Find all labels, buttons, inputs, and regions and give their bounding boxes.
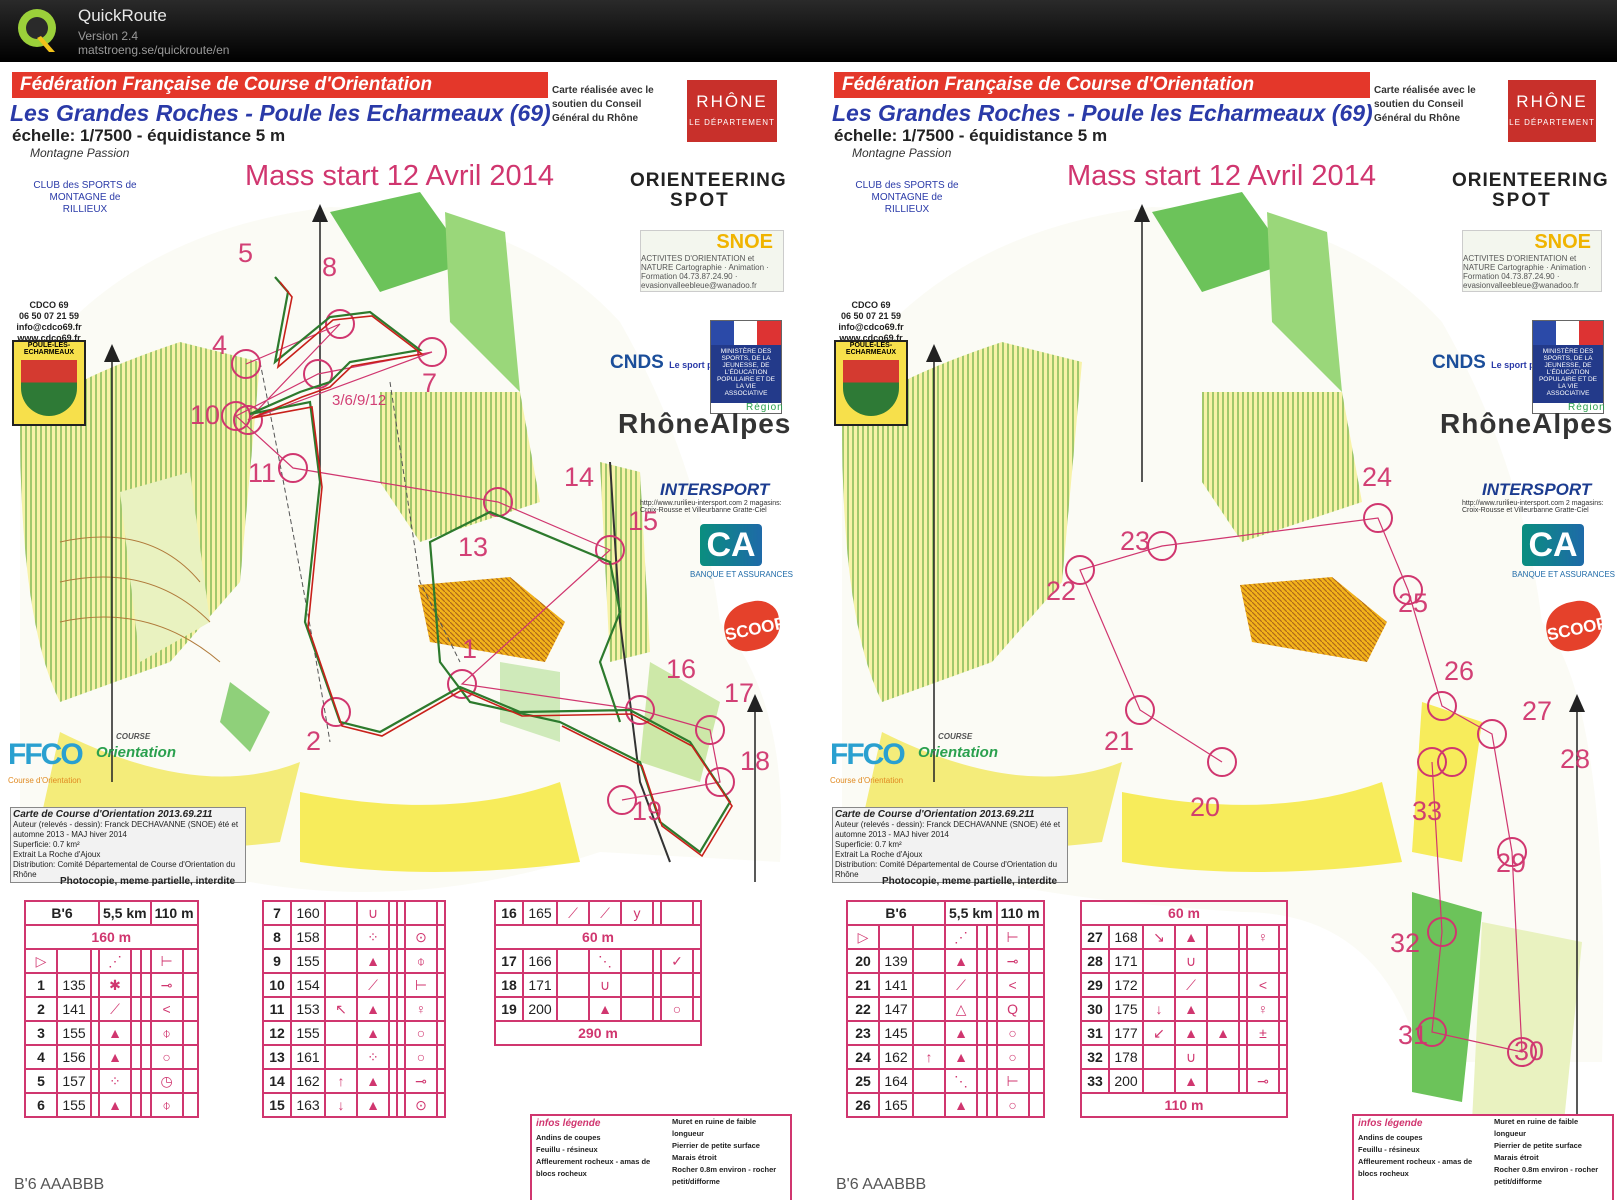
control-number: 15 — [628, 506, 659, 536]
intersport-desc: http://www.rurilieu-intersport.com 2 mag… — [1462, 500, 1604, 514]
mass-start-title: Mass start 12 Avril 2014 — [1067, 160, 1376, 192]
rhone-logo: RHÔNE LE DÉPARTEMENT — [1508, 80, 1596, 142]
control-number: 7 — [422, 368, 438, 398]
control-number: 23 — [1120, 526, 1151, 556]
ffco-sub: Course d'Orientation — [8, 776, 82, 785]
ministere-logo: MINISTÈRE DES SPORTS, DE LA JEUNESSE, DE… — [710, 320, 782, 414]
ffco-logo: FFCO — [830, 738, 906, 771]
control-number: 32 — [1390, 928, 1421, 958]
snoe-logo: SNOE ACTIVITES D'ORIENTATION et NATURE Ca… — [1462, 230, 1602, 292]
rhone-alpes-logo: RhôneAlpes Région — [1440, 402, 1614, 439]
course-orientation-logo: COURSE Orientation — [96, 732, 177, 761]
control-number: 11 — [248, 458, 277, 488]
orienteering-logo: ORIENTEERING — [1452, 170, 1609, 191]
control-number: 22 — [1046, 576, 1077, 606]
ministere-logo: MINISTÈRE DES SPORTS, DE LA JEUNESSE, DE… — [1532, 320, 1604, 414]
title-bar: QuickRoute Version 2.4 matstroeng.se/qui… — [0, 0, 1617, 62]
map-scale: échelle: 1/7500 - équidistance 5 m — [12, 126, 286, 145]
control-number: 30 — [1514, 1036, 1545, 1066]
mass-start-title: Mass start 12 Avril 2014 — [245, 160, 554, 192]
control-description-right-a: B'6 5,5 km 110 m ▷ ⋰ ⊢ 20 139 ▲ ⊸ 21 141 ⟋ < 22 147… — [846, 900, 1045, 1118]
control-number: 27 — [1522, 696, 1553, 726]
credit-agricole-logo: CA — [1522, 524, 1584, 566]
montagne-passion: Montagne Passion — [30, 146, 130, 160]
control-number: 21 — [1104, 726, 1135, 756]
control-number: 4 — [212, 330, 228, 360]
quickroute-logo-icon — [18, 9, 56, 52]
course-orientation-logo: COURSE Orientation — [918, 732, 999, 761]
snoe-logo: SNOE ACTIVITES D'ORIENTATION et NATURE Ca… — [640, 230, 784, 292]
orienteering-logo: ORIENTEERING — [630, 170, 787, 191]
event-title: Les Grandes Roches - Poule les Echarmeau… — [832, 100, 1373, 126]
control-number: 3/6/9/12 — [332, 392, 387, 409]
map-sheet-left: Fédération Française de Course d'Orienta… — [0, 62, 795, 1200]
rhone-alpes-logo: RhôneAlpes Région — [618, 402, 792, 439]
control-number: 18 — [740, 746, 771, 776]
orienteering-spot: SPOT — [1492, 190, 1552, 211]
intersport-logo: INTERSPORT — [1482, 480, 1592, 499]
control-number: 13 — [458, 532, 489, 562]
control-description-right-b: 60 m 27 168 ↘ ▲ ♀ 28 171 ∪ 29 172 ⟋ < 30 175 ↓ ▲ ♀ 31… — [1080, 900, 1288, 1118]
poule-crest: POULE-LES-ECHARMEAUX — [12, 340, 86, 426]
control-number: 19 — [632, 796, 663, 826]
control-number: 31 — [1398, 1020, 1429, 1050]
app-version: Version 2.4 — [78, 29, 139, 43]
control-number: 2 — [306, 726, 322, 756]
app-url[interactable]: matstroeng.se/quickroute/en — [78, 43, 229, 57]
control-number: 17 — [724, 678, 755, 708]
control-number: 14 — [564, 462, 595, 492]
orienteering-spot: SPOT — [670, 190, 730, 211]
control-number: 16 — [666, 654, 697, 684]
control-number: 20 — [1190, 792, 1221, 822]
legend-box: infos légende Andins de coupes Feuillu - … — [1352, 1114, 1614, 1200]
control-number: 10 — [190, 400, 221, 430]
conseil-text: Carte réalisée avec le soutien du Consei… — [1374, 85, 1476, 124]
photocopy-notice: Photocopie, meme partielle, interdite — [60, 876, 236, 887]
event-title: Les Grandes Roches - Poule les Echarmeau… — [10, 100, 551, 126]
club-name: CLUB des SPORTS de MONTAGNE de RILLIEUX — [855, 180, 959, 215]
footer-code: B'6 AAABBB — [836, 1176, 927, 1193]
conseil-text: Carte réalisée avec le soutien du Consei… — [552, 85, 654, 124]
control-number: 1 — [462, 634, 478, 664]
control-number: 25 — [1398, 588, 1429, 618]
control-number: 29 — [1496, 848, 1527, 878]
control-number: 5 — [238, 238, 254, 268]
federation-banner: Fédération Française de Course d'Orienta… — [834, 72, 1370, 98]
montagne-passion: Montagne Passion — [852, 146, 952, 160]
control-number: 26 — [1444, 656, 1475, 686]
cdco-contact: CDCO 69 06 50 07 21 59 info@cdco69.fr ww… — [16, 300, 82, 343]
club-name: CLUB des SPORTS de MONTAGNE de RILLIEUX — [33, 180, 137, 215]
map-credits: Carte de Course d'Orientation 2013.69.21… — [10, 807, 246, 883]
ffco-logo: FFCO — [8, 738, 84, 771]
control-description-c: 16 165 ⟋ ⟋ y 60 m 17 166 ⋱ ✓ 18 171 ∪ 19 200 ▲ ○ 290… — [494, 900, 702, 1046]
control-description-b: 7 160 ∪ 8 158 ⁘ ⊙ 9 155 ▲ ⌽ 10 154 ⟋ ⊢ 11 153 ↖ ▲ ♀ 12 1… — [262, 900, 446, 1118]
control-number: 24 — [1362, 462, 1393, 492]
cdco-contact: CDCO 69 06 50 07 21 59 info@cdco69.fr ww… — [838, 300, 904, 343]
intersport-desc: http://www.rurilieu-intersport.com 2 mag… — [640, 500, 782, 514]
credit-agricole-desc: BANQUE ET ASSURANCES — [690, 570, 793, 579]
map-scale: échelle: 1/7500 - équidistance 5 m — [834, 126, 1108, 145]
control-number: 8 — [322, 252, 338, 282]
app-title: QuickRoute — [78, 6, 167, 25]
ffco-sub: Course d'Orientation — [830, 776, 904, 785]
control-description-a: B'6 5,5 km 110 m 160 m ▷ ⋰ ⊢ 1 135 ✱ ⊸ 2 141 ⟋ < 3… — [24, 900, 199, 1118]
control-number: 33 — [1412, 796, 1443, 826]
credit-agricole-logo: CA — [700, 524, 762, 566]
map-sheet-right: Fédération Française de Course d'Orienta… — [822, 62, 1617, 1200]
control-number: 28 — [1560, 744, 1591, 774]
intersport-logo: INTERSPORT — [660, 480, 770, 499]
legend-box: infos légende Andins de coupes Feuillu - … — [530, 1114, 792, 1200]
rhone-logo: RHÔNE LE DÉPARTEMENT — [687, 80, 777, 142]
credit-agricole-desc: BANQUE ET ASSURANCES — [1512, 570, 1615, 579]
photocopy-notice: Photocopie, meme partielle, interdite — [882, 876, 1058, 887]
footer-code: B'6 AAABBB — [14, 1176, 105, 1193]
poule-crest: POULE-LES-ECHARMEAUX — [834, 340, 908, 426]
map-credits: Carte de Course d'Orientation 2013.69.21… — [832, 807, 1068, 883]
federation-banner: Fédération Française de Course d'Orienta… — [12, 72, 548, 98]
